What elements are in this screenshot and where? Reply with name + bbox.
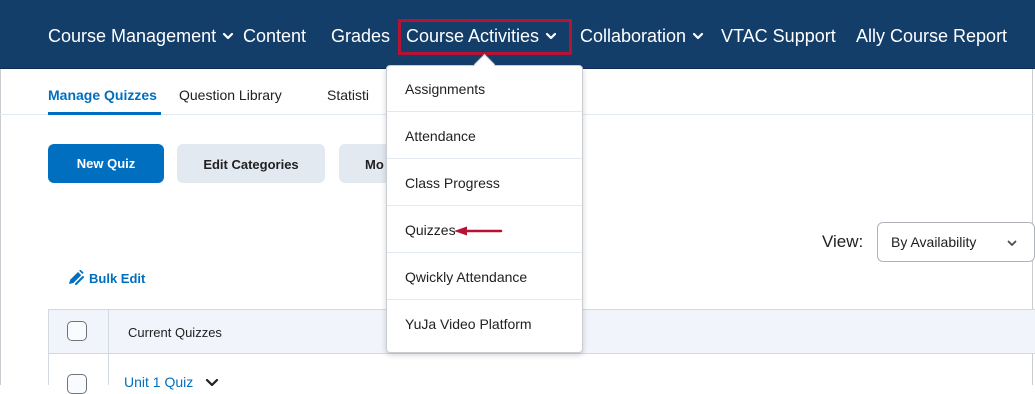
view-select[interactable]: By Availability (877, 222, 1035, 262)
nav-label: Course Management (48, 26, 217, 46)
nav-label: Grades (331, 26, 391, 46)
quiz-link-unit-1[interactable]: Unit 1 Quiz (124, 374, 219, 390)
chevron-down-icon (692, 33, 704, 40)
active-tab-indicator (48, 112, 161, 115)
bulk-edit-label: Bulk Edit (89, 271, 146, 286)
row-border (48, 354, 49, 385)
menu-item-attendance[interactable]: Attendance (387, 113, 582, 159)
pointer-arrow-icon (454, 226, 503, 236)
menu-item-class-progress[interactable]: Class Progress (387, 160, 582, 206)
pencil-icon (69, 269, 84, 285)
chevron-down-icon[interactable] (205, 377, 219, 389)
chevron-down-icon (1007, 240, 1017, 246)
menu-item-quizzes[interactable]: Quizzes (387, 207, 582, 253)
nav-ally-course-report[interactable]: Ally Course Report (856, 0, 1007, 68)
bulk-edit-button[interactable]: Bulk Edit (67, 269, 146, 288)
nav-course-management[interactable]: Course Management (48, 0, 234, 68)
current-quizzes-header: Current Quizzes (128, 325, 222, 340)
new-quiz-button[interactable]: New Quiz (48, 144, 164, 183)
nav-label: Collaboration (580, 26, 687, 46)
view-label: View: (822, 232, 864, 251)
chevron-down-icon (222, 33, 234, 40)
nav-content[interactable]: Content (243, 0, 306, 68)
course-activities-menu: Assignments Attendance Class Progress Qu… (386, 65, 583, 353)
menu-item-qwickly-attendance[interactable]: Qwickly Attendance (387, 254, 582, 300)
menu-item-label: Quizzes (405, 222, 456, 238)
nav-label: Content (243, 26, 307, 46)
nav-label: Course Activities (406, 26, 540, 46)
tab-statistics[interactable]: Statisti (327, 87, 369, 103)
edit-categories-button[interactable]: Edit Categories (177, 144, 325, 183)
nav-label: Ally Course Report (856, 26, 1008, 46)
row-checkbox[interactable] (67, 374, 87, 394)
select-all-checkbox[interactable] (67, 321, 87, 341)
column-divider (108, 309, 109, 385)
nav-grades[interactable]: Grades (331, 0, 390, 68)
nav-vtac-support[interactable]: VTAC Support (721, 0, 836, 68)
nav-collaboration[interactable]: Collaboration (580, 0, 704, 68)
quiz-name: Unit 1 Quiz (124, 374, 194, 390)
nav-label: VTAC Support (721, 26, 836, 46)
tab-manage-quizzes[interactable]: Manage Quizzes (48, 87, 157, 103)
view-select-value: By Availability (891, 234, 977, 250)
menu-item-yuja-video-platform[interactable]: YuJa Video Platform (387, 301, 582, 347)
chevron-down-icon (545, 33, 557, 40)
tab-question-library[interactable]: Question Library (179, 87, 282, 103)
course-navbar: Course Management Content Grades Course … (0, 0, 1035, 69)
